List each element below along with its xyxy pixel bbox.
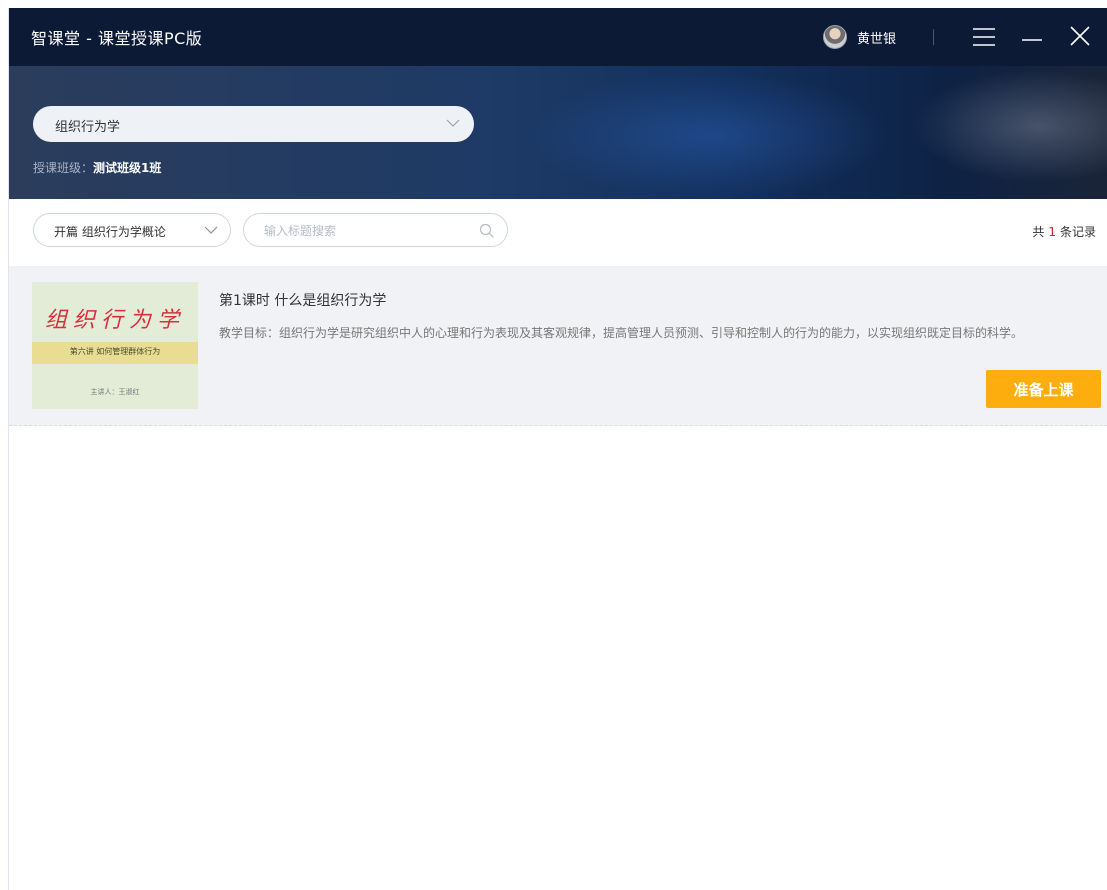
course-banner: 组织行为学 授课班级：测试班级1班: [9, 66, 1107, 199]
lesson-list: 组织行为学 第六讲 如何管理群体行为 主讲人：王淑红 第1课时 什么是组织行为学…: [9, 266, 1107, 426]
lesson-thumbnail[interactable]: 组织行为学 第六讲 如何管理群体行为 主讲人：王淑红: [32, 282, 198, 409]
prepare-class-button[interactable]: 准备上课: [986, 370, 1101, 408]
app-title: 智课堂 - 课堂授课PC版: [31, 29, 203, 48]
chapter-select[interactable]: 开篇 组织行为学概论: [33, 213, 231, 247]
titlebar-divider: [933, 29, 934, 45]
minimize-icon: [1022, 39, 1042, 41]
user-profile[interactable]: 黄世银: [823, 25, 896, 49]
menu-button[interactable]: [972, 26, 996, 48]
close-icon: [1070, 26, 1090, 46]
avatar[interactable]: [823, 25, 847, 49]
filter-bar: 开篇 组织行为学概论 共1条记录: [9, 199, 1107, 266]
chapter-select-value: 开篇 组织行为学概论: [54, 225, 166, 239]
lesson-item[interactable]: 组织行为学 第六讲 如何管理群体行为 主讲人：王淑红 第1课时 什么是组织行为学…: [9, 266, 1107, 426]
lesson-description: 教学目标：组织行为学是研究组织中人的心理和行为表现及其客观规律，提高管理人员预测…: [219, 326, 1024, 340]
close-button[interactable]: [1068, 26, 1092, 48]
lesson-title[interactable]: 第1课时 什么是组织行为学: [219, 290, 386, 310]
records-prefix: 共: [1032, 225, 1045, 239]
records-count: 1: [1048, 225, 1056, 239]
search-input[interactable]: [264, 221, 464, 241]
thumbnail-title: 组织行为学: [44, 308, 185, 333]
class-value: 测试班级1班: [93, 161, 162, 175]
title-bar[interactable]: 智课堂 - 课堂授课PC版 黄世银: [9, 8, 1107, 66]
thumbnail-author: 主讲人：王淑红: [90, 388, 140, 396]
class-info: 授课班级：测试班级1班: [33, 159, 161, 176]
course-select[interactable]: 组织行为学: [33, 106, 474, 142]
search-box[interactable]: [243, 213, 508, 247]
thumbnail-subtitle: 第六讲 如何管理群体行为: [69, 347, 161, 356]
menu-icon: [973, 28, 995, 46]
record-count: 共 1 条记录: [1032, 223, 1096, 240]
minimize-button[interactable]: [1020, 26, 1044, 48]
search-icon[interactable]: [479, 223, 495, 239]
app-window: 智课堂 - 课堂授课PC版 黄世银 组织行为学 授课班级：测试班级1班 开篇 组…: [8, 8, 1107, 890]
chevron-down-icon: [446, 119, 460, 127]
user-name[interactable]: 黄世银: [857, 28, 896, 47]
records-suffix: 条记录: [1059, 225, 1096, 239]
chevron-down-icon: [204, 226, 218, 234]
class-label: 授课班级：: [33, 161, 94, 175]
course-select-value: 组织行为学: [55, 120, 121, 135]
